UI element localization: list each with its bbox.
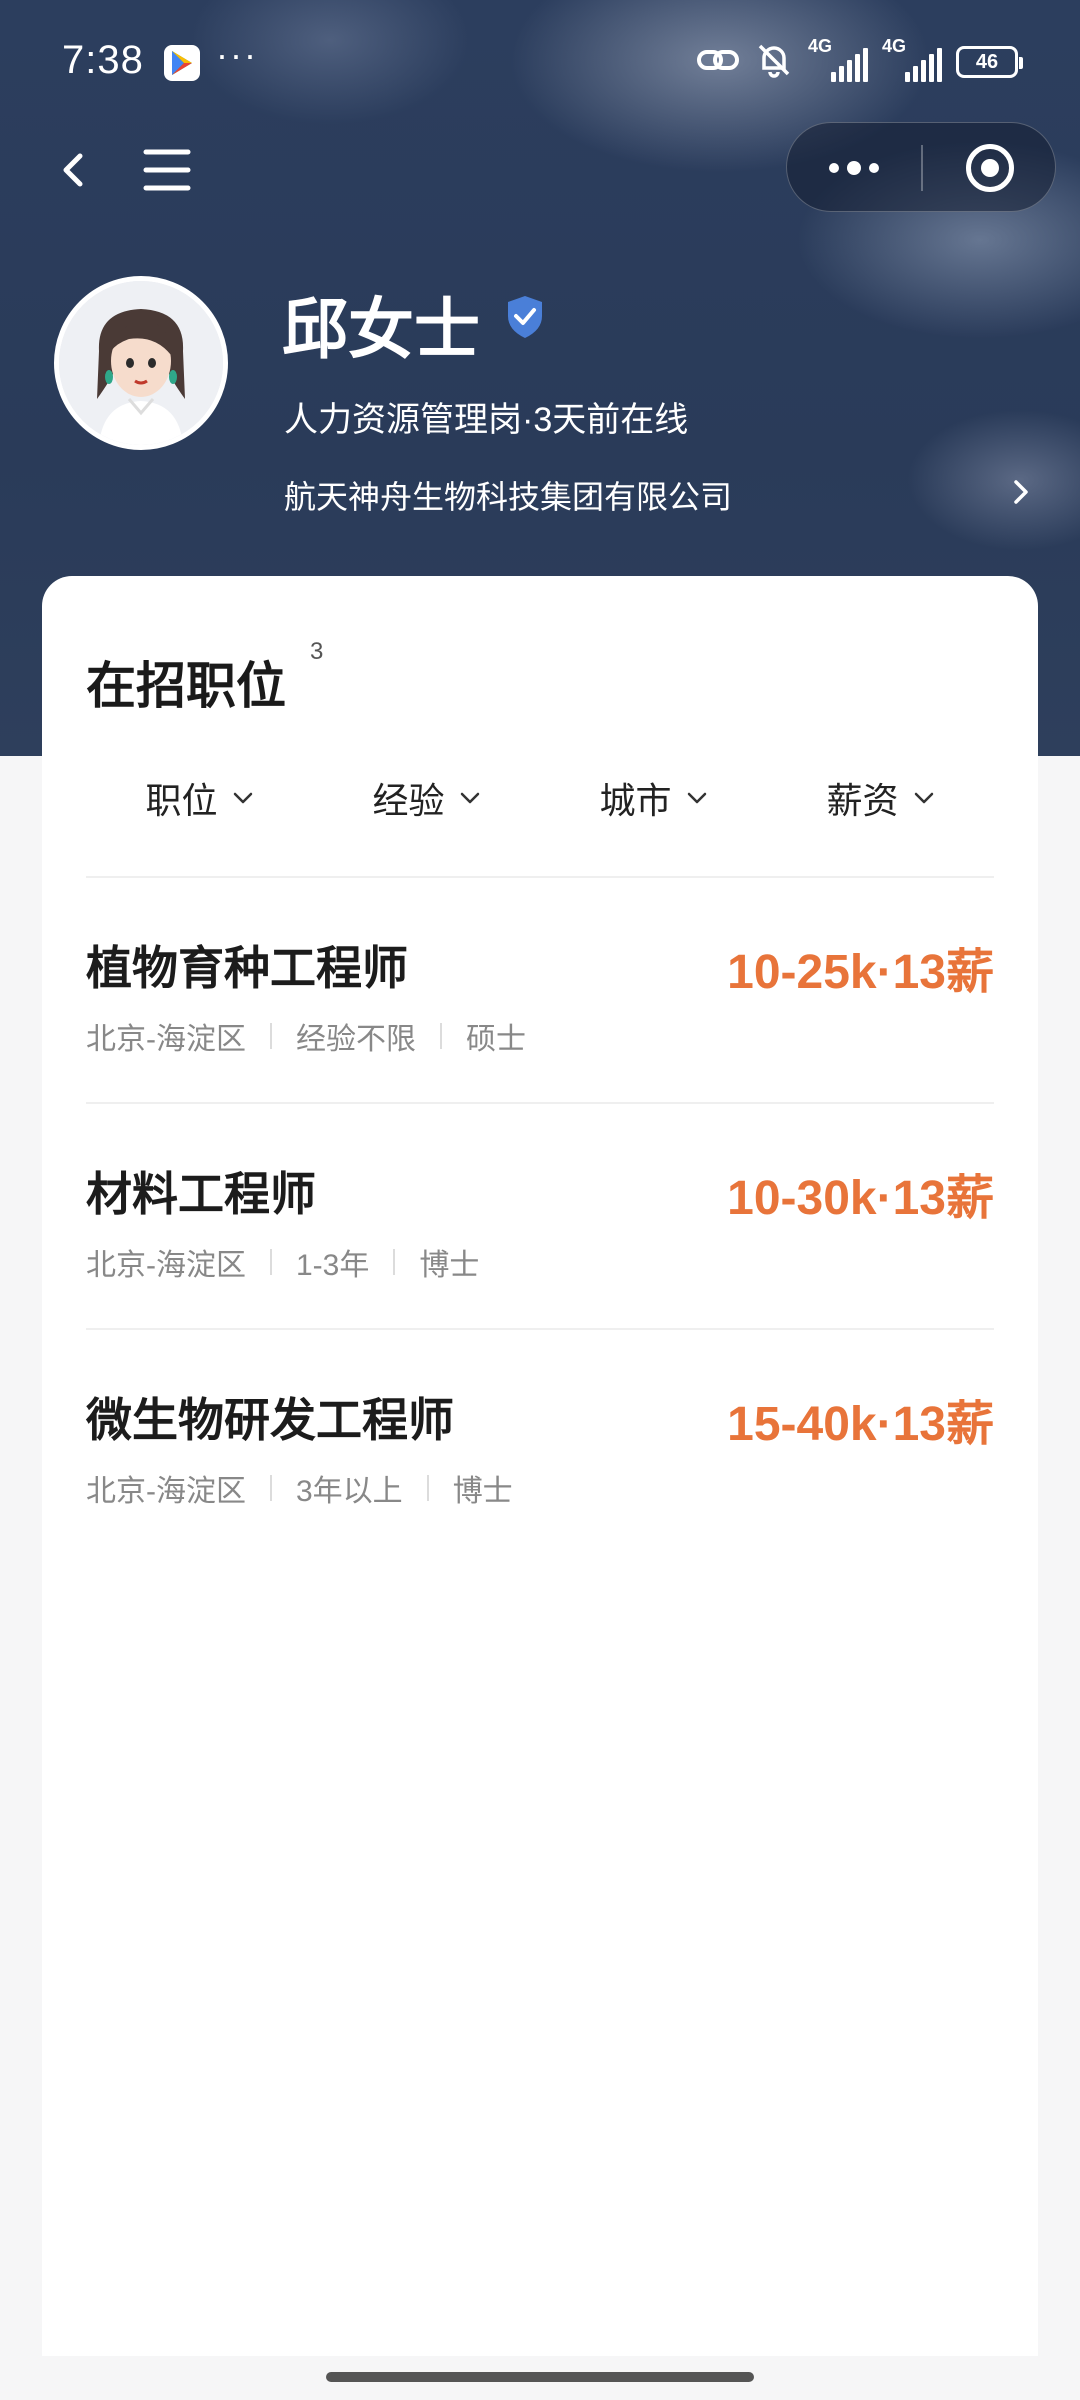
back-arrow-icon[interactable] xyxy=(46,140,106,200)
close-circle-icon[interactable] xyxy=(923,123,1057,213)
filter-position[interactable]: 职位 xyxy=(86,758,313,838)
more-icon[interactable] xyxy=(787,123,921,213)
chevron-right-icon[interactable] xyxy=(1006,474,1036,510)
job-location: 北京-海淀区 xyxy=(86,1249,246,1282)
job-count-badge: 3 xyxy=(310,638,324,665)
filter-bar: 职位 经验 城市 薪资 xyxy=(86,758,994,838)
chevron-down-icon xyxy=(914,792,933,804)
job-salary: 15-40k·13薪 xyxy=(727,1398,994,1451)
filter-label: 经验 xyxy=(372,780,445,821)
home-indicator[interactable] xyxy=(326,2372,754,2382)
network-type-label: 4G xyxy=(882,36,907,56)
status-time: 7:38 xyxy=(62,38,144,82)
battery-level: 46 xyxy=(975,50,999,73)
job-education: 博士 xyxy=(452,1475,513,1508)
network-type-label: 4G xyxy=(808,36,833,56)
job-experience: 经验不限 xyxy=(296,1023,416,1056)
job-salary: 10-25k·13薪 xyxy=(727,946,994,999)
signal-icon: 4G xyxy=(882,36,942,82)
play-store-icon xyxy=(164,45,200,81)
job-location: 北京-海淀区 xyxy=(86,1023,246,1056)
tag-separator xyxy=(440,1023,442,1049)
profile-company[interactable]: 航天神舟生物科技集团有限公司 xyxy=(284,472,732,518)
job-tags: 北京-海淀区 1-3年 博士 xyxy=(86,1240,479,1284)
tag-separator xyxy=(270,1475,272,1501)
job-list-item[interactable]: 材料工程师 10-30k·13薪 北京-海淀区 1-3年 博士 xyxy=(86,1104,994,1330)
tag-separator xyxy=(393,1249,396,1275)
job-education: 博士 xyxy=(419,1249,480,1282)
filter-salary[interactable]: 薪资 xyxy=(767,758,994,838)
filter-label: 城市 xyxy=(599,780,672,821)
chevron-down-icon xyxy=(460,792,479,804)
tag-separator xyxy=(270,1249,272,1275)
section-title: 在招职位 xyxy=(86,658,286,714)
verified-shield-icon xyxy=(504,294,546,340)
job-education: 硕士 xyxy=(466,1023,526,1056)
job-experience: 1-3年 xyxy=(296,1249,370,1282)
profile-position-status: 人力资源管理岗·3天前在线 xyxy=(284,401,689,439)
status-bar: 7:38 ··· 4G 4G 46 xyxy=(0,0,1080,126)
battery-icon: 46 xyxy=(956,46,1023,78)
job-salary: 10-30k·13薪 xyxy=(727,1172,994,1225)
job-list-item[interactable]: 微生物研发工程师 15-40k·13薪 北京-海淀区 3年以上 博士 xyxy=(86,1330,994,1556)
tag-separator xyxy=(426,1475,429,1501)
filter-label: 薪资 xyxy=(826,780,899,821)
tag-separator xyxy=(270,1023,272,1049)
profile-name: 邱女士 xyxy=(282,292,480,366)
chevron-down-icon xyxy=(233,792,252,804)
avatar[interactable] xyxy=(54,276,228,450)
job-title: 微生物研发工程师 xyxy=(86,1394,454,1446)
jobs-card: 在招职位 3 职位 经验 城市 薪资 植物育种工程师 10-25k·13薪 北京… xyxy=(42,576,1038,2356)
job-experience: 3年以上 xyxy=(296,1475,403,1508)
job-location: 北京-海淀区 xyxy=(86,1475,246,1508)
job-tags: 北京-海淀区 3年以上 博士 xyxy=(86,1466,513,1510)
bell-muted-icon xyxy=(754,40,794,85)
mini-program-capsule xyxy=(786,122,1056,212)
chevron-down-icon xyxy=(687,792,706,804)
signal-icon: 4G xyxy=(808,36,868,82)
filter-label: 职位 xyxy=(145,780,218,821)
job-title: 材料工程师 xyxy=(86,1168,316,1220)
filter-city[interactable]: 城市 xyxy=(540,758,767,838)
job-tags: 北京-海淀区 经验不限 硕士 xyxy=(86,1014,526,1058)
job-title: 植物育种工程师 xyxy=(86,942,408,994)
status-more-dots: ··· xyxy=(216,34,258,75)
filter-experience[interactable]: 经验 xyxy=(313,758,540,838)
job-list-item[interactable]: 植物育种工程师 10-25k·13薪 北京-海淀区 经验不限 硕士 xyxy=(86,878,994,1104)
menu-icon[interactable] xyxy=(140,144,194,196)
link-icon xyxy=(696,44,740,81)
